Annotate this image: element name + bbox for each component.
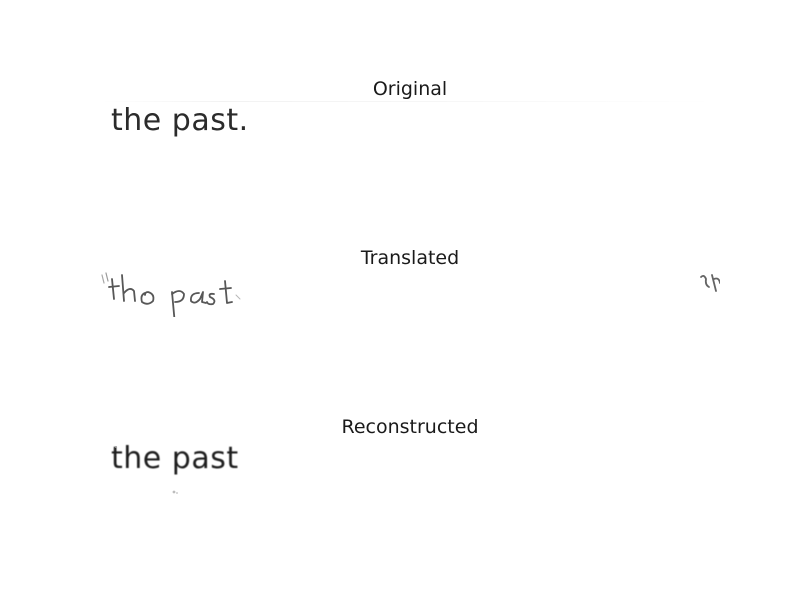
reconstruction-artifacts bbox=[115, 446, 178, 494]
translated-handwriting-image bbox=[101, 272, 720, 317]
image-strip-original: the past. bbox=[100, 100, 720, 148]
panel-title-original: Original bbox=[372, 78, 448, 100]
panel-title-reconstructed: Reconstructed bbox=[341, 416, 479, 438]
image-strip-reconstructed: the past bbox=[100, 438, 720, 500]
original-word-image: the past. bbox=[111, 103, 249, 138]
strip-edge-artifact bbox=[100, 101, 720, 102]
image-strip-translated bbox=[100, 269, 720, 317]
panel-title-translated: Translated bbox=[360, 247, 460, 269]
